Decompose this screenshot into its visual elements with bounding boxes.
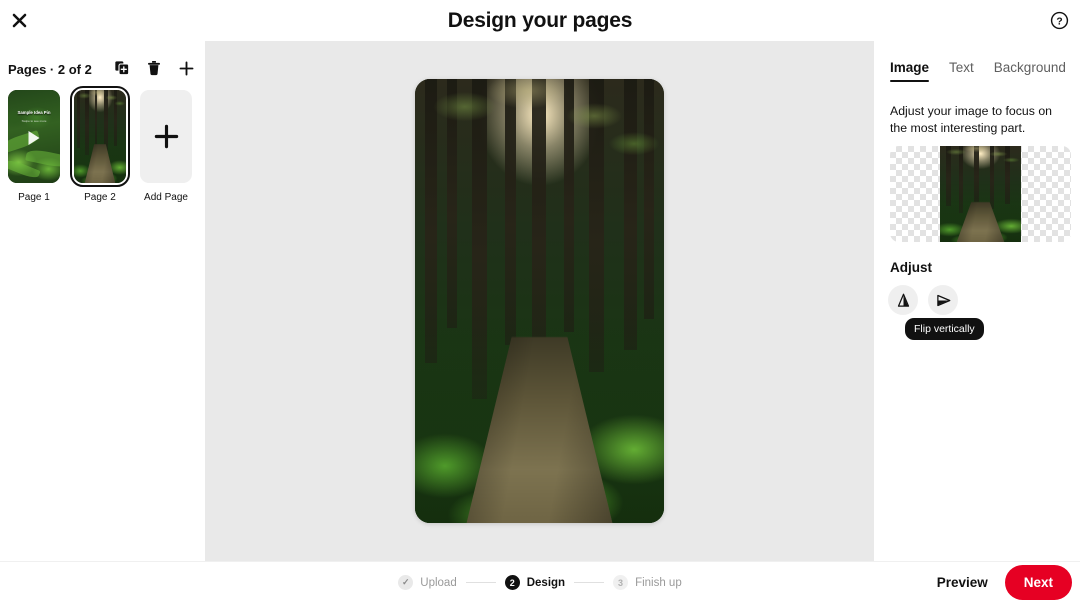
trash-icon (148, 61, 160, 76)
step-upload[interactable]: ✓ Upload (398, 575, 457, 590)
footer-actions: Preview Next (924, 562, 1072, 602)
flip-vertically-tooltip: Flip vertically (905, 318, 984, 340)
play-icon (28, 131, 40, 146)
step-design-label: Design (526, 576, 566, 589)
plus-icon (154, 124, 178, 149)
image-preview-thumbnail (940, 146, 1021, 242)
canvas-image (415, 79, 664, 523)
pages-toolbar (108, 54, 200, 82)
idea-pin-editor: Design your pages ? Pages · 2 of 2 Sampl… (0, 0, 1080, 602)
pages-sidebar: Pages · 2 of 2 Sample Idea Pin Swipe to … (0, 41, 205, 561)
pages-count-label: Pages · 2 of 2 (8, 61, 92, 77)
step-design[interactable]: 2 Design (504, 575, 566, 590)
delete-page-button[interactable] (140, 54, 168, 82)
adjust-section-title: Adjust (890, 260, 932, 275)
page-thumbnail-2-label: Page 2 (84, 192, 116, 203)
step-upload-label: Upload (420, 576, 457, 589)
tab-background[interactable]: Background (994, 60, 1066, 82)
tab-image[interactable]: Image (890, 60, 930, 82)
duplicate-page-button[interactable] (108, 54, 136, 82)
panel-description: Adjust your image to focus on the most i… (890, 104, 1052, 136)
question-mark-circle-icon: ? (1050, 11, 1068, 29)
plus-icon (179, 61, 193, 75)
step-design-badge: 2 (504, 575, 520, 590)
flip-vertically-button[interactable] (888, 285, 918, 315)
page-1-artwork: Sample Idea Pin Swipe to see more (8, 90, 60, 183)
editor-side-panel: Image Text Background Adjust your image … (874, 41, 1080, 561)
svg-text:?: ? (1056, 16, 1062, 27)
add-page-tile[interactable]: Add Page (140, 90, 192, 203)
page-thumbnail-1-frame[interactable]: Sample Idea Pin Swipe to see more (8, 90, 60, 183)
flip-horizontal-icon (936, 294, 950, 306)
close-button[interactable] (3, 4, 35, 36)
footer-bar: ✓ Upload 2 Design 3 Finish up Preview Ne… (0, 561, 1080, 602)
help-button[interactable]: ? (1044, 5, 1074, 35)
step-connector (465, 582, 496, 583)
page-thumbnail-2[interactable]: Page 2 (70, 86, 130, 203)
step-finish-up-badge: 3 (613, 575, 629, 590)
page-thumbnail-list: Sample Idea Pin Swipe to see more Page 1 (8, 86, 192, 203)
step-connector (574, 582, 605, 583)
close-icon (12, 13, 26, 27)
step-finish-up[interactable]: 3 Finish up (613, 575, 682, 590)
page-title: Design your pages (447, 8, 633, 32)
step-indicator: ✓ Upload 2 Design 3 Finish up (0, 562, 1080, 602)
page-1-overlay-subtitle: Swipe to see more (21, 119, 47, 123)
flip-horizontally-button[interactable] (928, 285, 958, 315)
tab-text[interactable]: Text (949, 60, 974, 82)
page-2-artwork (74, 90, 126, 183)
top-bar: Design your pages ? (0, 0, 1080, 41)
panel-tabs: Image Text Background (890, 60, 1066, 82)
add-page-label: Add Page (144, 192, 188, 203)
page-thumbnail-2-frame[interactable] (70, 86, 130, 187)
preview-button[interactable]: Preview (924, 566, 1001, 599)
preview-artwork (940, 146, 1021, 242)
step-finish-up-label: Finish up (635, 576, 682, 589)
duplicate-icon (115, 61, 130, 76)
next-button[interactable]: Next (1004, 565, 1072, 600)
step-upload-badge: ✓ (398, 575, 414, 590)
add-page-tile-box[interactable] (140, 90, 192, 183)
add-page-button[interactable] (172, 54, 200, 82)
adjust-buttons (888, 285, 958, 315)
canvas-area[interactable] (205, 41, 874, 561)
page-thumbnail-1-label: Page 1 (18, 192, 50, 203)
flip-vertical-icon (897, 293, 909, 307)
page-1-overlay-title: Sample Idea Pin (17, 110, 51, 115)
pages-header: Pages · 2 of 2 (0, 54, 205, 84)
page-thumbnail-1[interactable]: Sample Idea Pin Swipe to see more Page 1 (8, 90, 60, 203)
image-preview-box[interactable] (890, 146, 1071, 242)
page-canvas[interactable] (415, 79, 664, 523)
